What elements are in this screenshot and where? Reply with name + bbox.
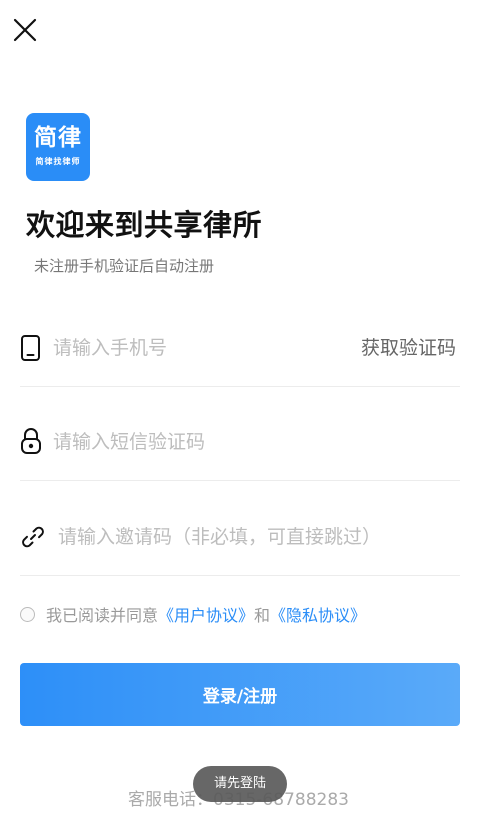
- agreement-prefix: 我已阅读并同意: [46, 606, 159, 625]
- page-title: 欢迎来到共享律所: [26, 208, 263, 242]
- phone-input[interactable]: [53, 333, 353, 363]
- phone-icon: [20, 335, 44, 361]
- close-icon: [13, 18, 37, 42]
- get-code-button[interactable]: 获取验证码: [361, 335, 456, 361]
- privacy-policy-link[interactable]: 《隐私协议》: [270, 602, 366, 626]
- login-register-button[interactable]: 登录/注册: [20, 663, 460, 726]
- phone-divider: [20, 386, 460, 387]
- phone-field: 获取验证码: [20, 327, 460, 367]
- lock-icon: [20, 428, 44, 455]
- invite-divider: [20, 575, 460, 576]
- user-agreement-link[interactable]: 《用户协议》: [158, 602, 254, 626]
- agreement-checkbox[interactable]: [20, 606, 35, 622]
- logo-sub-text: 简律找律师: [35, 157, 81, 166]
- agreement-conjunction: 和: [254, 606, 271, 625]
- logo-main-text: 简律: [34, 124, 82, 151]
- sms-code-input[interactable]: [53, 427, 353, 457]
- toast-message: 请先登陆: [193, 766, 287, 802]
- invite-code-field: [20, 516, 460, 556]
- sms-divider: [20, 480, 460, 481]
- page-subtitle: 未注册手机验证后自动注册: [34, 257, 215, 275]
- app-logo: 简律 简律找律师: [26, 113, 90, 181]
- link-icon: [20, 524, 44, 550]
- close-button[interactable]: [10, 15, 40, 45]
- agreement-row: 我已阅读并同意 《用户协议》 和 《隐私协议》: [20, 603, 366, 625]
- invite-code-input[interactable]: [58, 522, 458, 552]
- sms-code-field: [20, 421, 460, 461]
